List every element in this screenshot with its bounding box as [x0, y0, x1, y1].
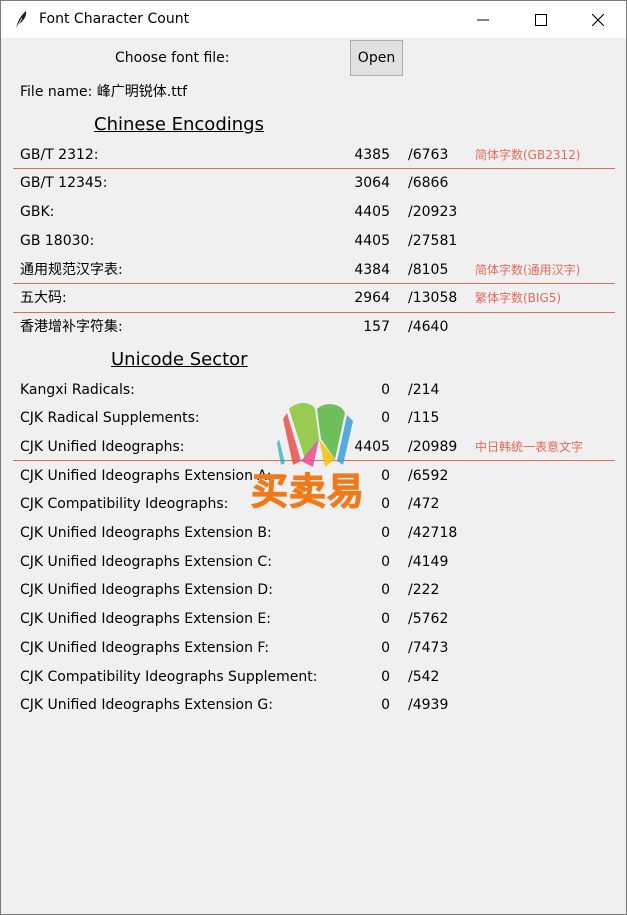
row-total: /214: [408, 382, 440, 398]
row-count: 4405: [354, 233, 390, 249]
row-count: 4385: [354, 147, 390, 163]
row-label: CJK Unified Ideographs Extension F:: [20, 640, 270, 656]
row-count: 0: [381, 640, 390, 656]
row-label: 香港增补字符集:: [20, 319, 123, 335]
row-label: CJK Unified Ideographs Extension E:: [20, 611, 271, 627]
row-label: GBK:: [20, 204, 55, 220]
watermark-logo: 买卖易: [249, 399, 389, 523]
row-note: 繁体字数(BIG5): [475, 291, 562, 305]
row-count: 0: [381, 382, 390, 398]
row-label: CJK Unified Ideographs Extension B:: [20, 525, 272, 541]
row-label: CJK Unified Ideographs Extension D:: [20, 582, 273, 598]
row-total: /7473: [408, 640, 449, 656]
row-total: /4640: [408, 319, 449, 335]
row-label: GB/T 2312:: [20, 147, 99, 163]
row-total: /8105: [408, 262, 449, 278]
row-total: /6592: [408, 468, 449, 484]
maximize-icon: [535, 13, 547, 26]
title-bar[interactable]: Font Character Count: [1, 1, 626, 38]
row-count: 0: [381, 554, 390, 570]
row-label: CJK Compatibility Ideographs:: [20, 496, 229, 512]
row-total: /13058: [408, 290, 458, 306]
minimize-button[interactable]: [454, 1, 512, 38]
row-label: CJK Unified Ideographs:: [20, 439, 185, 455]
maximize-button[interactable]: [512, 1, 570, 38]
row-label: CJK Unified Ideographs Extension A:: [20, 468, 272, 484]
row-note: 简体字数(通用汉字): [475, 263, 581, 277]
row-total: /472: [408, 496, 440, 512]
app-window: Font Character Count Choose font file: O…: [0, 0, 627, 915]
row-count: 2964: [354, 290, 390, 306]
row-separator: [13, 283, 615, 284]
section-heading-unicode-sector: Unicode Sector: [111, 349, 248, 370]
row-count: 0: [381, 669, 390, 685]
row-count: 0: [381, 697, 390, 713]
row-total: /6866: [408, 175, 449, 191]
row-count: 0: [381, 611, 390, 627]
row-count: 3064: [354, 175, 390, 191]
open-button[interactable]: Open: [350, 40, 403, 76]
row-label: 通用规范汉字表:: [20, 262, 123, 278]
row-count: 157: [363, 319, 390, 335]
row-label: CJK Unified Ideographs Extension G:: [20, 697, 273, 713]
row-total: /222: [408, 582, 440, 598]
row-label: GB 18030:: [20, 233, 95, 249]
choose-font-label: Choose font file:: [115, 50, 230, 66]
file-name-label: File name: 峰广明锐体.ttf: [20, 84, 188, 100]
row-label: CJK Compatibility Ideographs Supplement:: [20, 669, 318, 685]
row-total: /27581: [408, 233, 458, 249]
row-total: /4939: [408, 697, 449, 713]
window-title: Font Character Count: [39, 11, 190, 27]
row-separator: [13, 168, 615, 169]
row-total: /6763: [408, 147, 449, 163]
row-total: /542: [408, 669, 440, 685]
row-label: CJK Radical Supplements:: [20, 410, 200, 426]
row-count: 0: [381, 582, 390, 598]
row-count: 4405: [354, 204, 390, 220]
row-label: CJK Unified Ideographs Extension C:: [20, 554, 272, 570]
watermark-text: 买卖易: [251, 470, 365, 514]
row-note: 中日韩统一表意文字: [475, 440, 584, 454]
row-note: 简体字数(GB2312): [475, 148, 581, 162]
row-total: /5762: [408, 611, 449, 627]
section-heading-chinese-encodings: Chinese Encodings: [94, 114, 264, 135]
minimize-icon: [477, 19, 489, 20]
row-total: /42718: [408, 525, 458, 541]
close-button[interactable]: [569, 1, 627, 38]
row-separator: [13, 312, 615, 313]
row-label: Kangxi Radicals:: [20, 382, 135, 398]
row-count: 4384: [354, 262, 390, 278]
row-label: GB/T 12345:: [20, 175, 108, 191]
row-label: 五大码:: [20, 290, 67, 306]
row-count: 0: [381, 525, 390, 541]
row-total: /115: [408, 410, 440, 426]
feather-icon: [15, 11, 27, 30]
close-icon: [592, 13, 604, 26]
row-total: /4149: [408, 554, 449, 570]
row-total: /20989: [408, 439, 458, 455]
row-total: /20923: [408, 204, 458, 220]
